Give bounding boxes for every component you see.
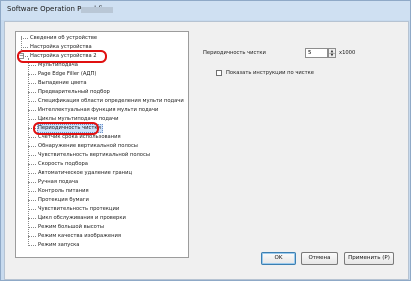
show-instructions-label[interactable]: Показать инструкции по чистке (226, 70, 314, 76)
tree-connector (28, 236, 36, 237)
software-operation-panel-window: Software Operation Panel fi- Сведения об… (0, 0, 411, 281)
tree-connector (28, 200, 36, 201)
tree-item-label: Режим качества изображения (38, 233, 121, 239)
tree-connector (28, 146, 36, 147)
tree-connector (28, 65, 36, 66)
tree-item[interactable]: Скорость подбора (16, 160, 188, 169)
spin-down-icon[interactable]: ▼ (329, 53, 335, 57)
tree-connector (28, 245, 36, 246)
tree-item-label: Чувствительность вертикальной полосы (38, 152, 150, 158)
tree-connector (28, 74, 36, 75)
tree-connector (28, 101, 36, 102)
tree-connector (28, 83, 36, 84)
tree-item[interactable]: Чувствительность протекции (16, 205, 188, 214)
tree-item-label: Интеллектуальная функция мульти подачи (38, 107, 159, 113)
tree-connector (28, 209, 36, 210)
tree-item-label: Выпадение цвета (38, 80, 87, 86)
tree-item-label: Циклы мультиподачи подачи (38, 116, 119, 122)
tree-item[interactable]: Режим большой высоты (16, 223, 188, 232)
tree-connector (28, 218, 36, 219)
show-instructions-checkbox[interactable] (216, 70, 222, 76)
tree-connector (28, 182, 36, 183)
tree-connector (28, 137, 36, 138)
tree-item-label: Скорость подбора (38, 161, 88, 167)
tree-item-label: Цикл обслуживания и проверки (38, 215, 126, 221)
tree-connector (28, 227, 36, 228)
tree-item[interactable]: Цикл обслуживания и проверки (16, 214, 188, 223)
tree-item[interactable]: Ручная подача (16, 178, 188, 187)
tree-item[interactable]: Спецификация области определения мульти … (16, 97, 188, 106)
tree-item[interactable]: Автоматическое удаление границ (16, 169, 188, 178)
cleaning-cycle-label: Периодичность чистки (203, 50, 266, 56)
cleaning-cycle-unit: x1000 (339, 50, 356, 56)
tree-children-line (28, 58, 29, 246)
apply-button[interactable]: Применить (P) (344, 252, 394, 265)
tree-item[interactable]: Мультиподача (16, 61, 188, 70)
tree-item[interactable]: − Настройка устройства 2 (16, 52, 188, 61)
tree-item[interactable]: Циклы мультиподачи подачи (16, 115, 188, 124)
tree-item-label: Контроль питания (38, 188, 89, 194)
tree-item[interactable]: Интеллектуальная функция мульти подачи (16, 106, 188, 115)
tree-item[interactable]: Чувствительность вертикальной полосы (16, 151, 188, 160)
tree-item-label: Настройка устройства (30, 44, 92, 50)
tree-item-label: Режим запуска (38, 242, 80, 248)
tree-item-label: Обнаружение вертикальной полосы (38, 143, 138, 149)
redacted-model-name (81, 7, 113, 13)
tree-item-label: Счетчик срока использования (38, 134, 121, 140)
tree-item[interactable]: Выпадение цвета (16, 79, 188, 88)
tree-connector (21, 47, 28, 48)
tree-item[interactable]: Предварительный подбор (16, 88, 188, 97)
tree-item[interactable]: Обнаружение вертикальной полосы (16, 142, 188, 151)
ok-button[interactable]: OK (261, 252, 296, 265)
cancel-button[interactable]: Отмена (301, 252, 338, 265)
tree-item-label: Автоматическое удаление границ (38, 170, 132, 176)
tree-connector (28, 110, 36, 111)
tree-item-label: Page Edge Filler (АДП) (38, 71, 97, 77)
tree-item[interactable]: Счетчик срока использования (16, 133, 188, 142)
tree-item[interactable]: Сведения об устройстве (16, 34, 188, 43)
tree-item-label: Спецификация области определения мульти … (38, 98, 184, 104)
tree-item-label: Режим большой высоты (38, 224, 104, 230)
tree-connector (28, 128, 36, 129)
tree-item-label: Предварительный подбор (38, 89, 110, 95)
tree-item-label: Чувствительность протекции (38, 206, 120, 212)
tree-item[interactable]: Периодичность чистки (16, 124, 188, 133)
settings-tree[interactable]: Сведения об устройстве Настройка устройст… (15, 31, 189, 258)
tree-item-label: Настройка устройства 2 (30, 53, 97, 59)
tree-connector (21, 38, 28, 39)
tree-item-label: Сведения об устройстве (30, 35, 98, 41)
tree-item[interactable]: Контроль питания (16, 187, 188, 196)
tree-item-label: Мультиподача (38, 62, 78, 68)
tree-item-label: Периодичность чистки (38, 125, 101, 131)
tree-item[interactable]: Режим запуска (16, 241, 188, 250)
tree-connector (28, 164, 36, 165)
tree-connector (28, 119, 36, 120)
tree-item[interactable]: Режим качества изображения (16, 232, 188, 241)
tree-item-label: Протекция бумаги (38, 197, 89, 203)
tree-item[interactable]: Page Edge Filler (АДП) (16, 70, 188, 79)
dialog-client-area: Сведения об устройстве Настройка устройст… (4, 21, 409, 280)
tree-item[interactable]: Протекция бумаги (16, 196, 188, 205)
tree-item[interactable]: Настройка устройства (16, 43, 188, 52)
tree-connector (28, 173, 36, 174)
title-bar[interactable]: Software Operation Panel fi- (1, 1, 410, 20)
cleaning-cycle-stepper[interactable]: ▲ ▼ (328, 48, 336, 58)
tree-item-label: Ручная подача (38, 179, 79, 185)
tree-root-line (21, 36, 22, 54)
tree-connector (28, 155, 36, 156)
cleaning-cycle-input[interactable]: 5 (305, 48, 328, 58)
tree-connector (28, 92, 36, 93)
tree-connector (28, 191, 36, 192)
